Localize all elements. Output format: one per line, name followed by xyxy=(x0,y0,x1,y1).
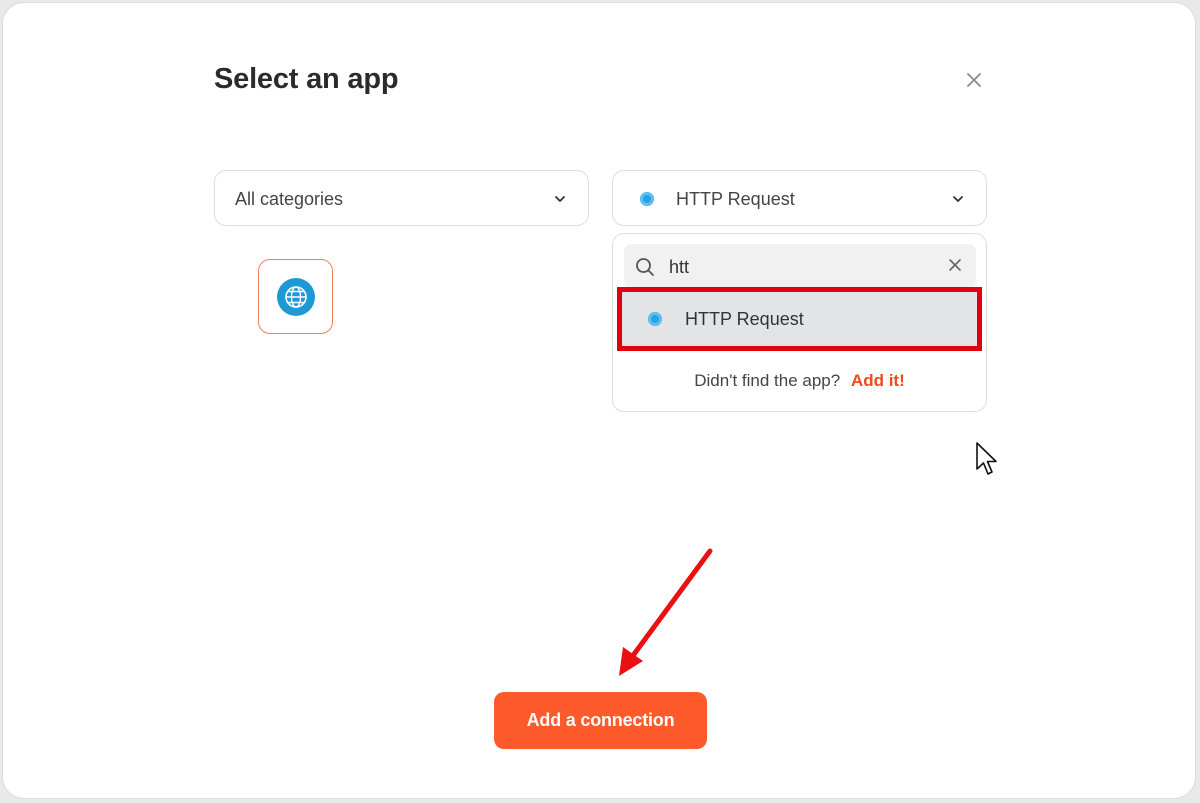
not-found-row: Didn't find the app? Add it! xyxy=(613,371,986,391)
app-tile-http-request[interactable] xyxy=(258,259,333,334)
add-connection-button[interactable]: Add a connection xyxy=(494,692,707,749)
category-select-value: All categories xyxy=(235,189,344,209)
chevron-down-icon xyxy=(953,196,963,202)
mouse-cursor-icon xyxy=(976,442,997,475)
dropdown-option-http-request[interactable]: HTTP Request xyxy=(617,287,982,351)
globe-icon xyxy=(648,312,662,326)
add-it-link[interactable]: Add it! xyxy=(851,371,905,390)
not-found-text: Didn't find the app? xyxy=(694,371,841,390)
close-icon[interactable] xyxy=(948,258,962,272)
app-search xyxy=(624,244,976,290)
option-label: HTTP Request xyxy=(685,309,804,329)
close-icon[interactable] xyxy=(963,69,985,91)
chevron-down-icon xyxy=(555,196,565,202)
app-dropdown: HTTP Request Didn't find the app? Add it… xyxy=(612,233,987,412)
search-input[interactable] xyxy=(669,254,919,280)
dialog-title: Select an app xyxy=(214,63,399,95)
category-select[interactable]: All categories xyxy=(214,170,589,226)
app-select-value: HTTP Request xyxy=(676,189,795,209)
globe-icon xyxy=(640,192,654,206)
app-select[interactable]: HTTP Request xyxy=(612,170,987,226)
annotation-arrow-icon xyxy=(619,548,713,676)
select-app-dialog: Select an app All categories HTTP Reques… xyxy=(2,2,1196,799)
search-icon xyxy=(636,258,654,276)
globe-icon xyxy=(277,278,315,316)
